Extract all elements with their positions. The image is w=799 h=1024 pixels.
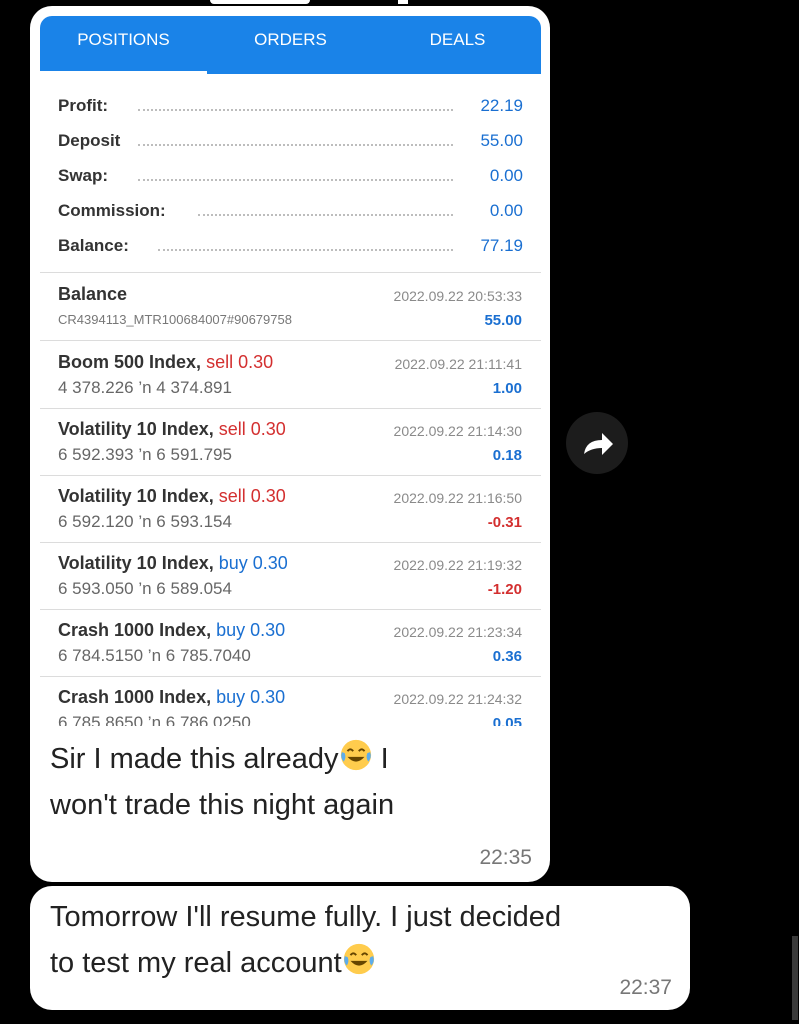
deal-title: Crash 1000 Index, buy 0.30 — [58, 620, 285, 641]
tab-bar: POSITIONS ORDERS DEALS — [40, 16, 541, 74]
summary-value: 22.19 — [474, 96, 523, 116]
deal-row[interactable]: Boom 500 Index, sell 0.30 4 378.226 ’n 4… — [40, 342, 541, 408]
deal-prices: 6 784.5150 ’n 6 785.7040 — [58, 646, 251, 665]
deal-title: Volatility 10 Index, sell 0.30 — [58, 419, 286, 440]
deal-side: buy 0.30 — [216, 620, 286, 640]
deal-title: Volatility 10 Index, buy 0.30 — [58, 553, 288, 574]
deal-side: sell 0.30 — [218, 486, 286, 506]
message-text: Tomorrow I'll resume fully. I just decid… — [50, 894, 561, 986]
tab-orders[interactable]: ORDERS — [207, 30, 374, 50]
deal-side: sell 0.30 — [218, 419, 286, 439]
deal-title: Crash 1000 Index, buy 0.30 — [58, 687, 285, 708]
summary-label: Swap: — [58, 166, 115, 186]
summary-value: 0.00 — [483, 166, 523, 186]
deal-time: 2022.09.22 21:23:34 — [393, 624, 522, 640]
deal-side: buy 0.30 — [216, 687, 286, 707]
deal-symbol: Volatility 10 Index, — [58, 553, 214, 573]
deal-row[interactable]: Volatility 10 Index, buy 0.30 6 593.050 … — [40, 543, 541, 609]
active-tab-indicator — [40, 71, 207, 74]
face-with-tears-of-joy-icon — [340, 739, 371, 771]
summary-deposit: Deposit 55.00 — [58, 129, 523, 155]
summary-value: 0.00 — [483, 201, 523, 221]
summary-value: 55.00 — [474, 131, 523, 151]
scrollbar-thumb[interactable] — [792, 936, 798, 1020]
deal-row[interactable]: Crash 1000 Index, buy 0.30 6 784.5150 ’n… — [40, 610, 541, 676]
summary-label: Deposit — [58, 131, 127, 151]
deal-title: Boom 500 Index, sell 0.30 — [58, 352, 273, 373]
deal-time: 2022.09.22 21:16:50 — [393, 490, 522, 506]
deal-amount: -1.20 — [487, 581, 522, 598]
deal-title: Volatility 10 Index, sell 0.30 — [58, 486, 286, 507]
deal-side: sell 0.30 — [206, 352, 274, 372]
share-arrow-icon — [584, 433, 613, 455]
summary-commission: Commission: 0.00 — [58, 199, 523, 225]
deal-row-balance[interactable]: Balance CR4394113_MTR100684007#90679758 … — [40, 274, 541, 340]
summary-value: 77.19 — [474, 236, 523, 256]
message-timestamp: 22:35 — [479, 846, 532, 869]
deal-prices: 6 592.120 ’n 6 593.154 — [58, 512, 232, 531]
deal-time: 2022.09.22 21:14:30 — [393, 423, 522, 439]
divider — [40, 272, 541, 273]
deal-time: 2022.09.22 21:24:32 — [393, 691, 522, 707]
message-line: Tomorrow I'll resume fully. I just decid… — [50, 901, 562, 933]
summary-label: Profit: — [58, 96, 115, 116]
message-line: to test my real account — [50, 947, 342, 979]
message-line-suffix: I — [372, 743, 389, 775]
deal-amount: -0.31 — [487, 514, 522, 531]
deal-symbol: Boom 500 Index, — [58, 352, 202, 372]
message-bubble-text[interactable]: Tomorrow I'll resume fully. I just decid… — [30, 886, 690, 1010]
deal-comment: CR4394113_MTR100684007#90679758 — [58, 312, 292, 327]
face-with-tears-of-joy-icon — [343, 943, 374, 975]
message-bubble-image[interactable]: POSITIONS ORDERS DEALS Profit: 22.19 Dep… — [30, 6, 550, 882]
deal-symbol: Crash 1000 Index, — [58, 687, 212, 707]
summary-label: Balance: — [58, 236, 135, 256]
deal-row[interactable]: Crash 1000 Index, buy 0.30 6 785.8650 ’n… — [40, 677, 541, 726]
deal-row[interactable]: Volatility 10 Index, sell 0.30 6 592.393… — [40, 409, 541, 475]
trade-history-screenshot[interactable]: POSITIONS ORDERS DEALS Profit: 22.19 Dep… — [40, 16, 541, 726]
deal-amount: 0.18 — [492, 447, 522, 464]
deal-prices: 4 378.226 ’n 4 374.891 — [58, 378, 232, 397]
deal-title: Balance — [58, 284, 128, 304]
deal-time: 2022.09.22 21:19:32 — [393, 557, 522, 573]
tab-deals[interactable]: DEALS — [374, 30, 541, 50]
message-line: won't trade this night again — [50, 789, 395, 821]
deal-symbol: Crash 1000 Index, — [58, 620, 212, 640]
previous-bubble-edge — [210, 0, 310, 4]
summary-balance: Balance: 77.19 — [58, 234, 523, 260]
deal-amount: 0.36 — [492, 648, 522, 665]
deal-amount: 1.00 — [492, 380, 522, 397]
summary-swap: Swap: 0.00 — [58, 164, 523, 190]
summary-profit: Profit: 22.19 — [58, 94, 523, 120]
message-line: Sir I made this already — [50, 743, 339, 775]
message-text: Sir I made this already I won't trade th… — [50, 736, 394, 828]
deal-symbol: Volatility 10 Index, — [58, 486, 214, 506]
deal-prices: 6 593.050 ’n 6 589.054 — [58, 579, 232, 598]
tab-positions[interactable]: POSITIONS — [40, 30, 207, 50]
deal-amount: 55.00 — [484, 312, 522, 329]
deal-time: 2022.09.22 21:11:41 — [394, 356, 522, 372]
divider — [40, 340, 541, 341]
deal-row[interactable]: Volatility 10 Index, sell 0.30 6 592.120… — [40, 476, 541, 542]
message-timestamp: 22:37 — [619, 976, 672, 999]
forward-button[interactable] — [566, 412, 628, 474]
summary-label: Commission: — [58, 201, 172, 221]
deal-prices: 6 592.393 ’n 6 591.795 — [58, 445, 232, 464]
deal-time: 2022.09.22 20:53:33 — [393, 288, 522, 304]
deal-amount: 0.05 — [492, 715, 522, 726]
deal-symbol: Volatility 10 Index, — [58, 419, 214, 439]
previous-bubble-tail — [398, 0, 408, 4]
deal-prices: 6 785.8650 ’n 6 786.0250 — [58, 713, 251, 726]
deal-side: buy 0.30 — [218, 553, 288, 573]
